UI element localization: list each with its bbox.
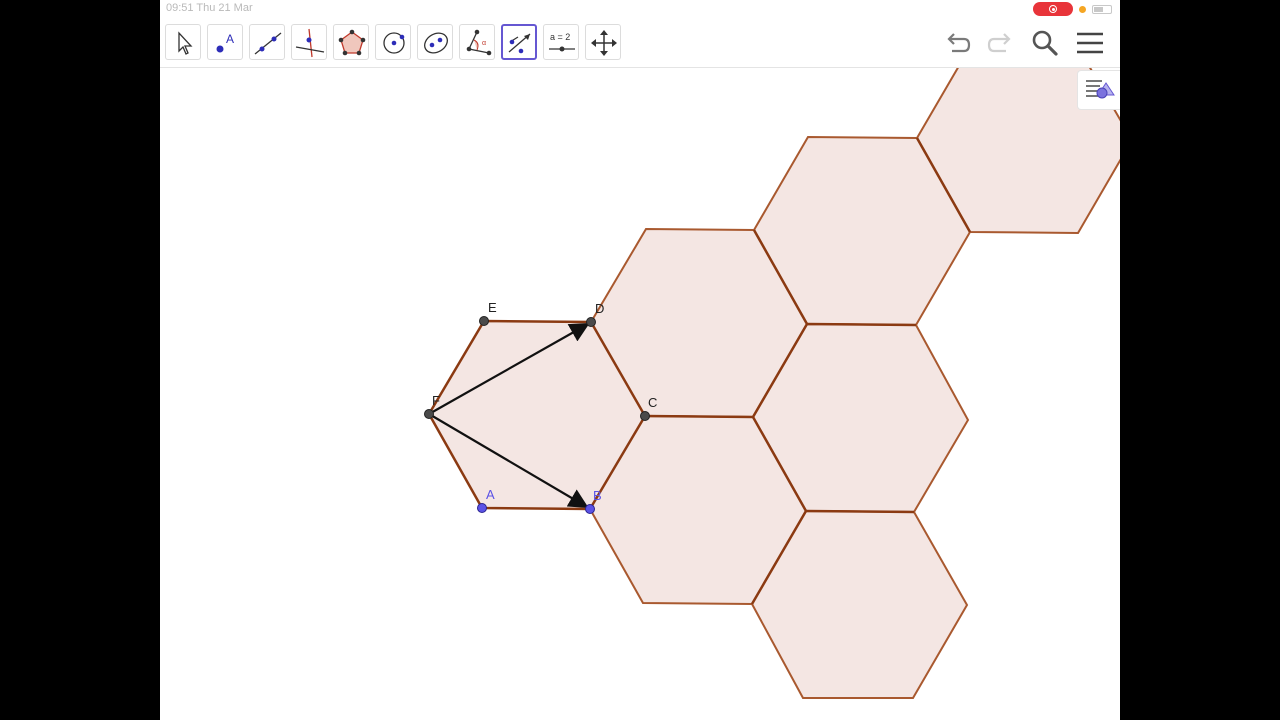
- point-d[interactable]: [586, 317, 596, 327]
- screen-record-indicator[interactable]: [1033, 2, 1073, 16]
- point-f[interactable]: [424, 409, 434, 419]
- slider-icon: a = 2: [549, 32, 575, 52]
- ellipse-tool[interactable]: [417, 24, 453, 60]
- move-graphics-view-tool[interactable]: [585, 24, 621, 60]
- microphone-indicator-icon: [1079, 5, 1086, 13]
- ellipse-icon: [424, 32, 448, 54]
- label-a: A: [486, 487, 495, 502]
- status-right: [1033, 2, 1112, 16]
- line-tool[interactable]: [249, 24, 285, 60]
- svg-text:a = 2: a = 2: [550, 32, 570, 42]
- label-f: F: [432, 393, 440, 408]
- point-a[interactable]: [477, 503, 487, 513]
- style-bar-toggle-button[interactable]: [1077, 70, 1120, 110]
- undo-icon[interactable]: [940, 26, 974, 60]
- svg-text:α: α: [482, 40, 486, 47]
- style-bar-icon: [1086, 80, 1115, 99]
- perpendicular-icon: [295, 28, 325, 58]
- record-icon: [1049, 5, 1057, 13]
- circle-icon: [383, 32, 405, 54]
- point-icon: A: [216, 32, 234, 53]
- polygon-icon: [338, 29, 366, 56]
- translate-by-vector-tool[interactable]: [501, 24, 537, 60]
- perpendicular-line-tool[interactable]: [291, 24, 327, 60]
- label-b: B: [593, 488, 602, 503]
- battery-icon: [1092, 4, 1112, 14]
- point-c[interactable]: [640, 411, 650, 421]
- slider-tool[interactable]: a = 2: [543, 24, 579, 60]
- angle-tool[interactable]: α: [459, 24, 495, 60]
- svg-text:A: A: [226, 32, 234, 46]
- polygon-tool[interactable]: [333, 24, 369, 60]
- point-tool[interactable]: A: [207, 24, 243, 60]
- geogebra-app: A B C D E F 09:51 Thu 21 Mar A α a = 2: [160, 0, 1120, 720]
- shared-edges-5: [805, 509, 915, 514]
- point-b[interactable]: [585, 504, 595, 514]
- move-tool[interactable]: [165, 24, 201, 60]
- menu-icon[interactable]: [1073, 26, 1107, 60]
- toolbar: A α a = 2: [160, 18, 1120, 68]
- graphics-view[interactable]: A B C D E F: [160, 0, 1120, 720]
- label-e: E: [488, 300, 497, 315]
- battery-level: [1094, 6, 1103, 12]
- ios-status-bar: 09:51 Thu 21 Mar: [160, 0, 1120, 18]
- point-e[interactable]: [479, 316, 489, 326]
- search-icon[interactable]: [1028, 26, 1062, 60]
- line-icon: [254, 32, 282, 55]
- label-d: D: [595, 301, 604, 316]
- cursor-arrow-icon: [178, 31, 193, 55]
- status-time: 09:51 Thu 21 Mar: [166, 2, 253, 14]
- redo-icon[interactable]: [984, 26, 1018, 60]
- translate-vector-icon: [508, 33, 531, 54]
- label-c: C: [648, 395, 657, 410]
- circle-tool[interactable]: [375, 24, 411, 60]
- angle-icon: α: [466, 29, 492, 56]
- move-arrows-icon: [591, 30, 617, 56]
